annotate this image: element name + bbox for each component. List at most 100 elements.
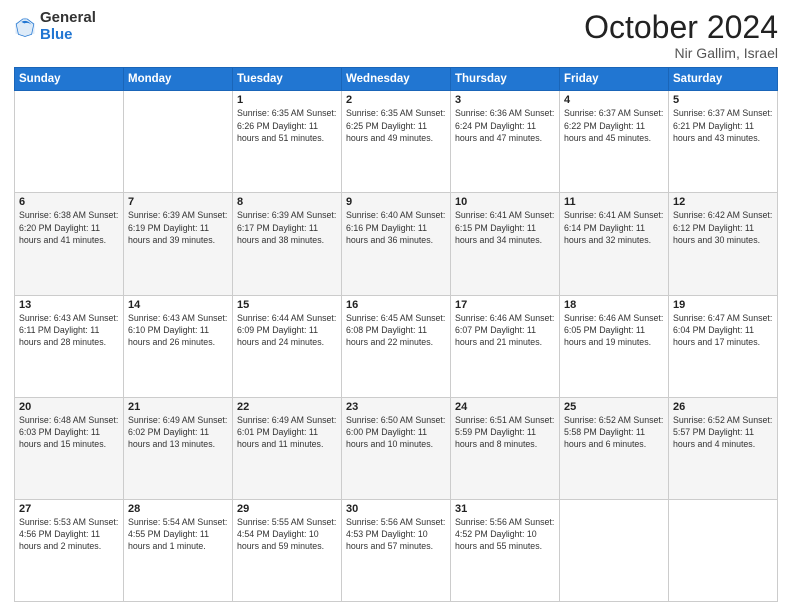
- calendar-table: Sunday Monday Tuesday Wednesday Thursday…: [14, 67, 778, 602]
- day-number: 16: [346, 299, 446, 311]
- table-cell: [15, 91, 124, 193]
- day-info: Sunrise: 6:35 AM Sunset: 6:25 PM Dayligh…: [346, 107, 446, 144]
- day-number: 26: [673, 401, 773, 413]
- week-row-5: 27Sunrise: 5:53 AM Sunset: 4:56 PM Dayli…: [15, 499, 778, 601]
- day-number: 1: [237, 94, 337, 106]
- table-cell: 30Sunrise: 5:56 AM Sunset: 4:53 PM Dayli…: [342, 499, 451, 601]
- day-info: Sunrise: 6:52 AM Sunset: 5:57 PM Dayligh…: [673, 414, 773, 451]
- table-cell: 15Sunrise: 6:44 AM Sunset: 6:09 PM Dayli…: [233, 295, 342, 397]
- location: Nir Gallim, Israel: [584, 45, 778, 61]
- day-info: Sunrise: 6:39 AM Sunset: 6:19 PM Dayligh…: [128, 209, 228, 246]
- header: General Blue October 2024 Nir Gallim, Is…: [14, 10, 778, 61]
- page: General Blue October 2024 Nir Gallim, Is…: [0, 0, 792, 612]
- table-cell: 20Sunrise: 6:48 AM Sunset: 6:03 PM Dayli…: [15, 397, 124, 499]
- logo-text: General Blue: [40, 10, 96, 43]
- col-tuesday: Tuesday: [233, 68, 342, 91]
- table-cell: 22Sunrise: 6:49 AM Sunset: 6:01 PM Dayli…: [233, 397, 342, 499]
- weekday-header-row: Sunday Monday Tuesday Wednesday Thursday…: [15, 68, 778, 91]
- day-info: Sunrise: 6:52 AM Sunset: 5:58 PM Dayligh…: [564, 414, 664, 451]
- day-info: Sunrise: 6:45 AM Sunset: 6:08 PM Dayligh…: [346, 312, 446, 349]
- table-cell: [669, 499, 778, 601]
- day-number: 25: [564, 401, 664, 413]
- table-cell: [560, 499, 669, 601]
- day-info: Sunrise: 6:37 AM Sunset: 6:21 PM Dayligh…: [673, 107, 773, 144]
- day-number: 23: [346, 401, 446, 413]
- day-info: Sunrise: 6:48 AM Sunset: 6:03 PM Dayligh…: [19, 414, 119, 451]
- day-info: Sunrise: 5:56 AM Sunset: 4:53 PM Dayligh…: [346, 516, 446, 553]
- table-cell: [124, 91, 233, 193]
- day-number: 12: [673, 196, 773, 208]
- logo-blue-text: Blue: [40, 27, 96, 44]
- week-row-1: 1Sunrise: 6:35 AM Sunset: 6:26 PM Daylig…: [15, 91, 778, 193]
- day-number: 5: [673, 94, 773, 106]
- table-cell: 31Sunrise: 5:56 AM Sunset: 4:52 PM Dayli…: [451, 499, 560, 601]
- day-number: 8: [237, 196, 337, 208]
- day-info: Sunrise: 6:50 AM Sunset: 6:00 PM Dayligh…: [346, 414, 446, 451]
- day-number: 28: [128, 503, 228, 515]
- table-cell: 4Sunrise: 6:37 AM Sunset: 6:22 PM Daylig…: [560, 91, 669, 193]
- table-cell: 12Sunrise: 6:42 AM Sunset: 6:12 PM Dayli…: [669, 193, 778, 295]
- col-saturday: Saturday: [669, 68, 778, 91]
- week-row-3: 13Sunrise: 6:43 AM Sunset: 6:11 PM Dayli…: [15, 295, 778, 397]
- col-thursday: Thursday: [451, 68, 560, 91]
- day-info: Sunrise: 5:55 AM Sunset: 4:54 PM Dayligh…: [237, 516, 337, 553]
- table-cell: 18Sunrise: 6:46 AM Sunset: 6:05 PM Dayli…: [560, 295, 669, 397]
- day-number: 4: [564, 94, 664, 106]
- day-info: Sunrise: 6:43 AM Sunset: 6:11 PM Dayligh…: [19, 312, 119, 349]
- table-cell: 7Sunrise: 6:39 AM Sunset: 6:19 PM Daylig…: [124, 193, 233, 295]
- day-info: Sunrise: 6:49 AM Sunset: 6:02 PM Dayligh…: [128, 414, 228, 451]
- day-number: 10: [455, 196, 555, 208]
- day-info: Sunrise: 6:35 AM Sunset: 6:26 PM Dayligh…: [237, 107, 337, 144]
- day-number: 21: [128, 401, 228, 413]
- table-cell: 17Sunrise: 6:46 AM Sunset: 6:07 PM Dayli…: [451, 295, 560, 397]
- col-monday: Monday: [124, 68, 233, 91]
- table-cell: 25Sunrise: 6:52 AM Sunset: 5:58 PM Dayli…: [560, 397, 669, 499]
- day-info: Sunrise: 5:54 AM Sunset: 4:55 PM Dayligh…: [128, 516, 228, 553]
- day-number: 14: [128, 299, 228, 311]
- table-cell: 11Sunrise: 6:41 AM Sunset: 6:14 PM Dayli…: [560, 193, 669, 295]
- day-info: Sunrise: 6:37 AM Sunset: 6:22 PM Dayligh…: [564, 107, 664, 144]
- table-cell: 6Sunrise: 6:38 AM Sunset: 6:20 PM Daylig…: [15, 193, 124, 295]
- day-number: 13: [19, 299, 119, 311]
- day-info: Sunrise: 6:51 AM Sunset: 5:59 PM Dayligh…: [455, 414, 555, 451]
- title-area: October 2024 Nir Gallim, Israel: [584, 10, 778, 61]
- table-cell: 26Sunrise: 6:52 AM Sunset: 5:57 PM Dayli…: [669, 397, 778, 499]
- table-cell: 29Sunrise: 5:55 AM Sunset: 4:54 PM Dayli…: [233, 499, 342, 601]
- table-cell: 5Sunrise: 6:37 AM Sunset: 6:21 PM Daylig…: [669, 91, 778, 193]
- day-number: 9: [346, 196, 446, 208]
- table-cell: 1Sunrise: 6:35 AM Sunset: 6:26 PM Daylig…: [233, 91, 342, 193]
- logo: General Blue: [14, 10, 96, 43]
- table-cell: 8Sunrise: 6:39 AM Sunset: 6:17 PM Daylig…: [233, 193, 342, 295]
- generalblue-logo-icon: [14, 16, 36, 38]
- day-number: 3: [455, 94, 555, 106]
- day-number: 17: [455, 299, 555, 311]
- day-info: Sunrise: 6:38 AM Sunset: 6:20 PM Dayligh…: [19, 209, 119, 246]
- col-sunday: Sunday: [15, 68, 124, 91]
- week-row-2: 6Sunrise: 6:38 AM Sunset: 6:20 PM Daylig…: [15, 193, 778, 295]
- table-cell: 24Sunrise: 6:51 AM Sunset: 5:59 PM Dayli…: [451, 397, 560, 499]
- table-cell: 2Sunrise: 6:35 AM Sunset: 6:25 PM Daylig…: [342, 91, 451, 193]
- table-cell: 16Sunrise: 6:45 AM Sunset: 6:08 PM Dayli…: [342, 295, 451, 397]
- day-info: Sunrise: 6:42 AM Sunset: 6:12 PM Dayligh…: [673, 209, 773, 246]
- table-cell: 13Sunrise: 6:43 AM Sunset: 6:11 PM Dayli…: [15, 295, 124, 397]
- table-cell: 14Sunrise: 6:43 AM Sunset: 6:10 PM Dayli…: [124, 295, 233, 397]
- table-cell: 3Sunrise: 6:36 AM Sunset: 6:24 PM Daylig…: [451, 91, 560, 193]
- day-info: Sunrise: 6:44 AM Sunset: 6:09 PM Dayligh…: [237, 312, 337, 349]
- day-number: 7: [128, 196, 228, 208]
- day-number: 19: [673, 299, 773, 311]
- day-number: 2: [346, 94, 446, 106]
- day-info: Sunrise: 6:39 AM Sunset: 6:17 PM Dayligh…: [237, 209, 337, 246]
- day-info: Sunrise: 6:36 AM Sunset: 6:24 PM Dayligh…: [455, 107, 555, 144]
- table-cell: 19Sunrise: 6:47 AM Sunset: 6:04 PM Dayli…: [669, 295, 778, 397]
- day-number: 27: [19, 503, 119, 515]
- week-row-4: 20Sunrise: 6:48 AM Sunset: 6:03 PM Dayli…: [15, 397, 778, 499]
- day-number: 15: [237, 299, 337, 311]
- day-number: 11: [564, 196, 664, 208]
- table-cell: 28Sunrise: 5:54 AM Sunset: 4:55 PM Dayli…: [124, 499, 233, 601]
- table-cell: 21Sunrise: 6:49 AM Sunset: 6:02 PM Dayli…: [124, 397, 233, 499]
- day-number: 31: [455, 503, 555, 515]
- table-cell: 27Sunrise: 5:53 AM Sunset: 4:56 PM Dayli…: [15, 499, 124, 601]
- table-cell: 10Sunrise: 6:41 AM Sunset: 6:15 PM Dayli…: [451, 193, 560, 295]
- logo-general-text: General: [40, 10, 96, 27]
- day-number: 24: [455, 401, 555, 413]
